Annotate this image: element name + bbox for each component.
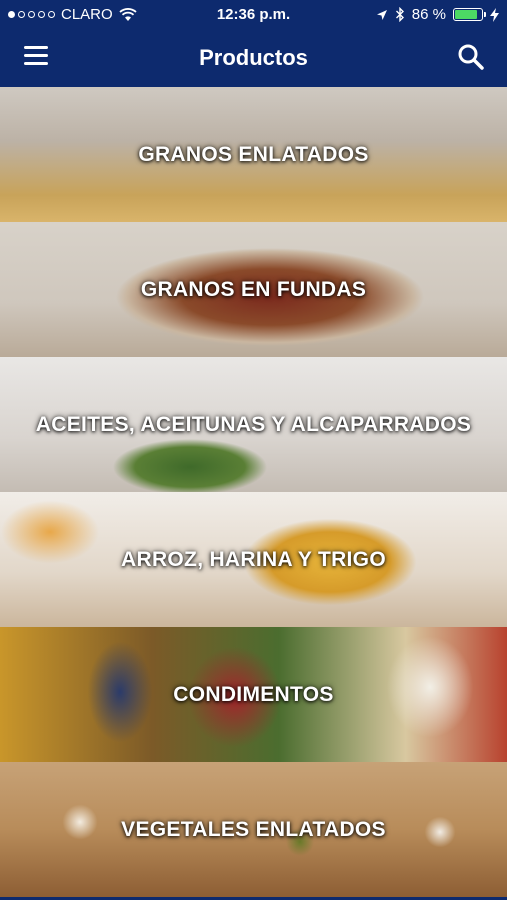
status-bar: CLARO 12:36 p.m. 86 % — [0, 0, 507, 30]
category-granos-en-fundas[interactable]: GRANOS EN FUNDAS — [0, 222, 507, 357]
bluetooth-icon — [395, 7, 404, 22]
nav-bar: Productos — [0, 30, 507, 87]
search-icon[interactable] — [457, 43, 485, 71]
category-label: VEGETALES ENLATADOS — [121, 817, 386, 841]
category-condimentos[interactable]: CONDIMENTOS — [0, 627, 507, 762]
page-title: Productos — [199, 45, 308, 70]
location-arrow-icon — [376, 9, 387, 20]
category-arroz-harina-trigo[interactable]: ARROZ, HARINA Y TRIGO — [0, 492, 507, 627]
category-granos-enlatados[interactable]: GRANOS ENLATADOS — [0, 87, 507, 222]
category-label: ACEITES, ACEITUNAS Y ALCAPARRADOS — [35, 412, 472, 436]
status-right: 86 % — [376, 6, 499, 23]
charging-bolt-icon — [490, 7, 499, 22]
category-vegetales-enlatados[interactable]: VEGETALES ENLATADOS — [0, 762, 507, 897]
category-label: GRANOS EN FUNDAS — [140, 277, 367, 301]
category-label: ARROZ, HARINA Y TRIGO — [121, 547, 386, 571]
category-list: GRANOS ENLATADOS GRANOS EN FUNDAS ACEITE… — [0, 87, 507, 900]
category-label: CONDIMENTOS — [173, 682, 334, 706]
category-label: GRANOS ENLATADOS — [138, 142, 369, 166]
category-aceites-aceitunas-alcaparrados[interactable]: ACEITES, ACEITUNAS Y ALCAPARRADOS — [0, 357, 507, 492]
battery-percent: 86 % — [411, 6, 446, 23]
battery-icon — [453, 8, 486, 21]
